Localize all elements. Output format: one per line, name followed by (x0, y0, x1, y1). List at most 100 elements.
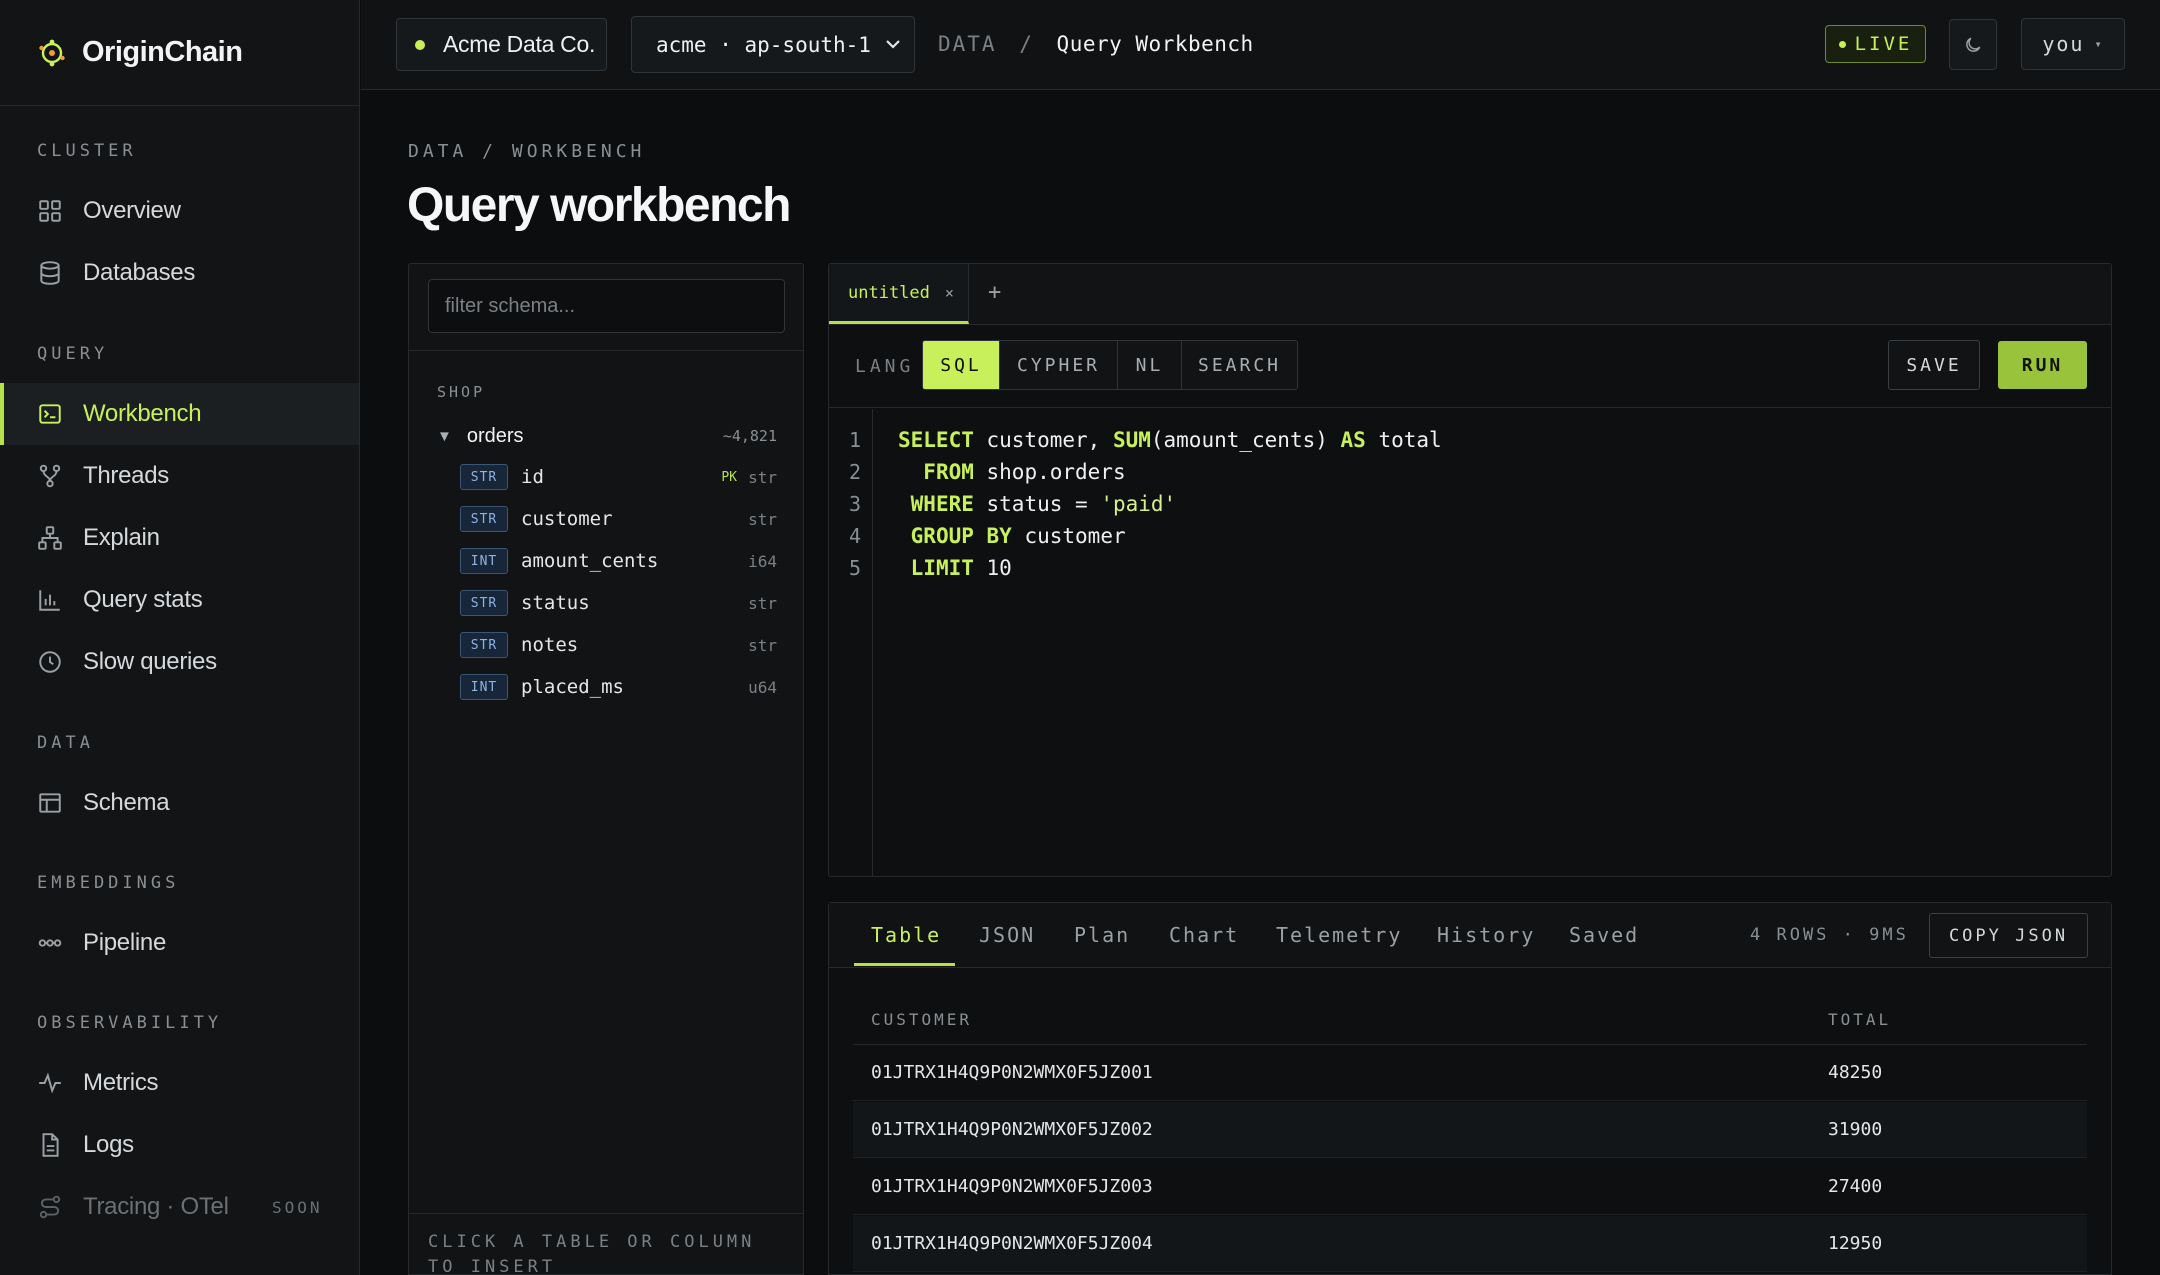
breadcrumb-parent[interactable]: DATA (938, 32, 997, 56)
tab-json[interactable]: JSON (979, 923, 1035, 947)
sidebar-item-label: Databases (83, 259, 196, 286)
topbar: Acme Data Co. acme · ap-south-1 DATA / Q… (361, 0, 2160, 90)
breadcrumb: DATA / Query Workbench (938, 32, 1254, 56)
sidebar-item-label: Pipeline (83, 929, 166, 956)
nav-section-embeddings: EMBEDDINGS (37, 873, 180, 893)
cell-customer: 01JTRX1H4Q9P0N2WMX0F5JZ004 (871, 1233, 1153, 1254)
tab-telemetry[interactable]: Telemetry (1276, 923, 1402, 947)
cell-customer: 01JTRX1H4Q9P0N2WMX0F5JZ001 (871, 1062, 1153, 1083)
line-number: 4 (848, 524, 861, 548)
page-title: Query workbench (407, 179, 791, 232)
code-line: LIMIT 10 (910, 556, 1012, 580)
sidebar-item-query-stats[interactable]: Query stats (0, 569, 359, 631)
table-row[interactable]: 01JTRX1H4Q9P0N2WMX0F5JZ002 31900 (853, 1102, 2087, 1158)
save-button[interactable]: SAVE (1888, 340, 1980, 390)
sidebar-item-tracing: Tracing · OTel SOON (0, 1176, 359, 1238)
schema-filter-input[interactable]: filter schema... (428, 279, 785, 333)
live-badge: LIVE (1825, 25, 1926, 63)
lang-option-cypher[interactable]: CYPHER (1000, 341, 1118, 389)
org-switcher[interactable]: Acme Data Co. (396, 18, 607, 71)
run-button[interactable]: RUN (1998, 341, 2087, 389)
schema-column-row[interactable]: STR customer str (460, 504, 777, 534)
terminal-icon (39, 404, 61, 424)
column-dtype: str (748, 509, 777, 529)
copy-json-button[interactable]: COPY JSON (1929, 913, 2088, 958)
schema-column-row[interactable]: INT placed_ms u64 (460, 672, 777, 702)
sidebar-item-schema[interactable]: Schema (0, 772, 359, 834)
column-name: placed_ms (521, 676, 624, 698)
divider (409, 350, 803, 351)
schema-panel: filter schema... SHOP ▼ orders ~4,821 ST… (408, 263, 804, 1275)
editor-tabs-bar: untitled × + (829, 264, 2111, 325)
sidebar-item-label: Explain (83, 524, 160, 551)
sidebar-item-threads[interactable]: Threads (0, 445, 359, 507)
breadcrumb-separator: / (1019, 32, 1034, 56)
column-type-badge: INT (460, 548, 508, 574)
user-menu-button[interactable]: you ▾ (2021, 18, 2125, 70)
nav-section-cluster: CLUSTER (37, 141, 137, 161)
tab-saved[interactable]: Saved (1569, 923, 1639, 947)
table-row[interactable]: 01JTRX1H4Q9P0N2WMX0F5JZ001 48250 (853, 1045, 2087, 1101)
cell-total: 48250 (1828, 1062, 1883, 1083)
line-number: 2 (848, 460, 861, 484)
table-row[interactable]: 01JTRX1H4Q9P0N2WMX0F5JZ003 27400 (853, 1159, 2087, 1215)
lang-option-nl[interactable]: NL (1118, 341, 1182, 389)
column-dtype: i64 (748, 551, 777, 571)
schema-column-row[interactable]: INT amount_cents i64 (460, 546, 777, 576)
table-row[interactable]: 01JTRX1H4Q9P0N2WMX0F5JZ004 12950 (853, 1216, 2087, 1272)
column-name: customer (521, 508, 613, 530)
line-number: 5 (848, 556, 861, 580)
schema-table-orders[interactable]: ▼ orders ~4,821 (437, 421, 777, 451)
column-dtype: str (748, 467, 777, 487)
sidebar-item-label: Threads (83, 462, 169, 489)
clock-icon (39, 651, 61, 673)
schema-column-row[interactable]: STR notes str (460, 630, 777, 660)
sidebar-item-slow-queries[interactable]: Slow queries (0, 631, 359, 693)
sidebar-item-workbench[interactable]: Workbench (0, 383, 359, 445)
sidebar-item-logs[interactable]: Logs (0, 1114, 359, 1176)
cell-customer: 01JTRX1H4Q9P0N2WMX0F5JZ003 (871, 1176, 1153, 1197)
lang-option-sql[interactable]: SQL (923, 341, 1000, 389)
column-type-badge: INT (460, 674, 508, 700)
bar-chart-icon (39, 590, 60, 611)
cell-total: 31900 (1828, 1119, 1883, 1140)
lang-option-search[interactable]: SEARCH (1182, 341, 1297, 389)
org-name: Acme Data Co. (443, 31, 596, 57)
column-type-badge: STR (460, 506, 508, 532)
expand-triangle-icon[interactable]: ▼ (437, 428, 452, 445)
tab-chart[interactable]: Chart (1169, 923, 1239, 947)
line-number: 1 (848, 428, 861, 452)
theme-toggle-button[interactable] (1949, 19, 1997, 70)
add-tab-button[interactable]: + (988, 280, 1001, 305)
sidebar-item-pipeline[interactable]: Pipeline (0, 912, 359, 974)
brand[interactable]: OriginChain (0, 0, 359, 106)
tab-table[interactable]: Table (871, 923, 941, 947)
sidebar-item-explain[interactable]: Explain (0, 507, 359, 569)
schema-column-row[interactable]: STR status str (460, 588, 777, 618)
column-header-total[interactable]: TOTAL (1828, 1010, 1891, 1029)
editor-tab-untitled[interactable]: untitled × (829, 264, 969, 324)
region-select[interactable]: acme · ap-south-1 (631, 16, 915, 73)
table-row-count: ~4,821 (722, 427, 777, 445)
language-bar: LANG SQL CYPHER NL SEARCH SAVE RUN (829, 325, 2111, 408)
tab-history[interactable]: History (1437, 923, 1535, 947)
results-panel: Table JSON Plan Chart Telemetry History … (828, 902, 2112, 1275)
nav-section-query: QUERY (37, 344, 109, 364)
status-dot (415, 39, 425, 50)
close-icon[interactable]: × (945, 284, 954, 302)
logo-icon (39, 39, 65, 66)
sidebar-item-overview[interactable]: Overview (0, 180, 359, 242)
sidebar-item-label: Logs (83, 1131, 134, 1158)
tab-plan[interactable]: Plan (1074, 923, 1130, 947)
lang-label: LANG (855, 356, 915, 377)
code-line: GROUP BY customer (910, 524, 1126, 548)
schema-column-row[interactable]: STR id PK str (460, 462, 777, 492)
table-icon (39, 793, 61, 813)
cell-total: 12950 (1828, 1233, 1883, 1254)
sidebar-item-databases[interactable]: Databases (0, 242, 359, 304)
sidebar-item-label: Tracing · OTel (83, 1193, 229, 1220)
editor-panel: untitled × + LANG SQL CYPHER NL SEARCH S… (828, 263, 2112, 877)
sidebar-item-metrics[interactable]: Metrics (0, 1052, 359, 1114)
code-line: FROM shop.orders (923, 460, 1126, 484)
column-header-customer[interactable]: CUSTOMER (871, 1010, 972, 1029)
